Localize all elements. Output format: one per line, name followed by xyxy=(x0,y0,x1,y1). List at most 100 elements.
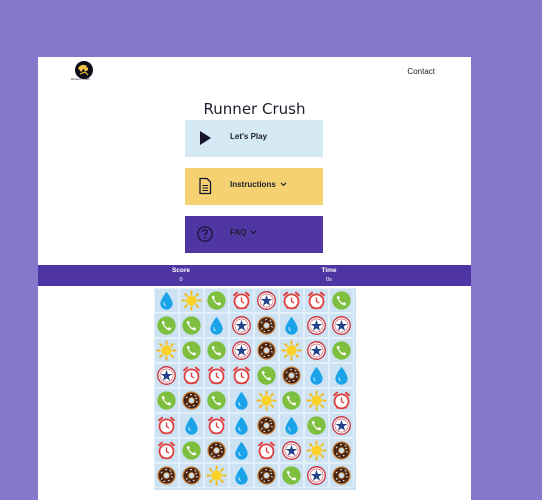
instructions-label: Instructions xyxy=(230,180,287,189)
board-cell[interactable] xyxy=(329,388,354,413)
phone-icon xyxy=(331,290,352,311)
board-cell[interactable] xyxy=(229,363,254,388)
drop-icon xyxy=(231,415,252,436)
board-cell[interactable] xyxy=(179,363,204,388)
phone-icon xyxy=(281,390,302,411)
board-cell[interactable] xyxy=(229,338,254,363)
donut-icon xyxy=(256,340,277,361)
board-cell[interactable] xyxy=(304,438,329,463)
board-cell[interactable] xyxy=(279,313,304,338)
board-cell[interactable] xyxy=(279,338,304,363)
board-cell[interactable] xyxy=(304,363,329,388)
sun-icon xyxy=(306,390,327,411)
board-cell[interactable] xyxy=(204,413,229,438)
donut-icon xyxy=(206,440,227,461)
board-cell[interactable] xyxy=(254,413,279,438)
drop-icon xyxy=(281,315,302,336)
board-cell[interactable] xyxy=(329,313,354,338)
time-label: Time xyxy=(321,267,337,274)
board-cell[interactable] xyxy=(279,463,304,488)
document-icon xyxy=(196,177,214,195)
board-cell[interactable] xyxy=(254,438,279,463)
alarm-icon xyxy=(331,390,352,411)
board-cell[interactable] xyxy=(329,338,354,363)
time-stat: Time 0s xyxy=(299,267,359,283)
star-icon xyxy=(331,315,352,336)
board-cell[interactable] xyxy=(179,438,204,463)
board-cell[interactable] xyxy=(154,363,179,388)
board-cell[interactable] xyxy=(229,313,254,338)
board-cell[interactable] xyxy=(254,338,279,363)
board-cell[interactable] xyxy=(254,363,279,388)
logo-caption: Runner Crush xyxy=(71,77,90,81)
phone-icon xyxy=(331,340,352,361)
drop-icon xyxy=(331,365,352,386)
board-cell[interactable] xyxy=(154,463,179,488)
board-cell[interactable] xyxy=(154,338,179,363)
board-cell[interactable] xyxy=(229,388,254,413)
board-cell[interactable] xyxy=(179,288,204,313)
board-cell[interactable] xyxy=(179,338,204,363)
board-cell[interactable] xyxy=(304,338,329,363)
board-cell[interactable] xyxy=(154,288,179,313)
lets-play-button[interactable]: Let's Play xyxy=(185,120,323,157)
board-cell[interactable] xyxy=(329,363,354,388)
board-cell[interactable] xyxy=(254,463,279,488)
board-cell[interactable] xyxy=(329,463,354,488)
board-cell[interactable] xyxy=(179,388,204,413)
star-icon xyxy=(306,340,327,361)
board-cell[interactable] xyxy=(279,413,304,438)
board-cell[interactable] xyxy=(154,438,179,463)
board-cell[interactable] xyxy=(204,463,229,488)
contact-link[interactable]: Contact xyxy=(407,67,435,76)
board-cell[interactable] xyxy=(154,313,179,338)
board-cell[interactable] xyxy=(304,313,329,338)
board-cell[interactable] xyxy=(154,388,179,413)
board-cell[interactable] xyxy=(279,363,304,388)
board-cell[interactable] xyxy=(279,388,304,413)
alarm-icon xyxy=(156,415,177,436)
board-cell[interactable] xyxy=(229,288,254,313)
alarm-icon xyxy=(306,290,327,311)
star-icon xyxy=(306,465,327,486)
faq-button[interactable]: FAQ xyxy=(185,216,323,253)
board-cell[interactable] xyxy=(229,463,254,488)
question-circle-icon xyxy=(196,225,214,243)
board-cell[interactable] xyxy=(204,388,229,413)
board-cell[interactable] xyxy=(204,338,229,363)
board-cell[interactable] xyxy=(304,413,329,438)
board-cell[interactable] xyxy=(329,288,354,313)
star-icon xyxy=(231,315,252,336)
board-cell[interactable] xyxy=(254,313,279,338)
sun-icon xyxy=(156,340,177,361)
board-cell[interactable] xyxy=(229,413,254,438)
board-cell[interactable] xyxy=(279,438,304,463)
board-cell[interactable] xyxy=(304,288,329,313)
board-cell[interactable] xyxy=(204,363,229,388)
board-cell[interactable] xyxy=(179,313,204,338)
board-cell[interactable] xyxy=(329,413,354,438)
board-cell[interactable] xyxy=(179,463,204,488)
phone-icon xyxy=(156,390,177,411)
drop-icon xyxy=(306,365,327,386)
board-cell[interactable] xyxy=(204,438,229,463)
board-cell[interactable] xyxy=(304,463,329,488)
board-cell[interactable] xyxy=(329,438,354,463)
instructions-button[interactable]: Instructions xyxy=(185,168,323,205)
board-cell[interactable] xyxy=(254,388,279,413)
board-cell[interactable] xyxy=(154,413,179,438)
board-cell[interactable] xyxy=(204,313,229,338)
board-cell[interactable] xyxy=(229,438,254,463)
board-cell[interactable] xyxy=(204,288,229,313)
star-icon xyxy=(281,440,302,461)
donut-icon xyxy=(331,440,352,461)
time-value: 0s xyxy=(326,277,332,283)
donut-icon xyxy=(256,315,277,336)
board-cell[interactable] xyxy=(254,288,279,313)
board-cell[interactable] xyxy=(304,388,329,413)
phone-icon xyxy=(206,340,227,361)
board-cell[interactable] xyxy=(279,288,304,313)
alarm-icon xyxy=(206,365,227,386)
board-cell[interactable] xyxy=(179,413,204,438)
game-board xyxy=(154,288,356,490)
